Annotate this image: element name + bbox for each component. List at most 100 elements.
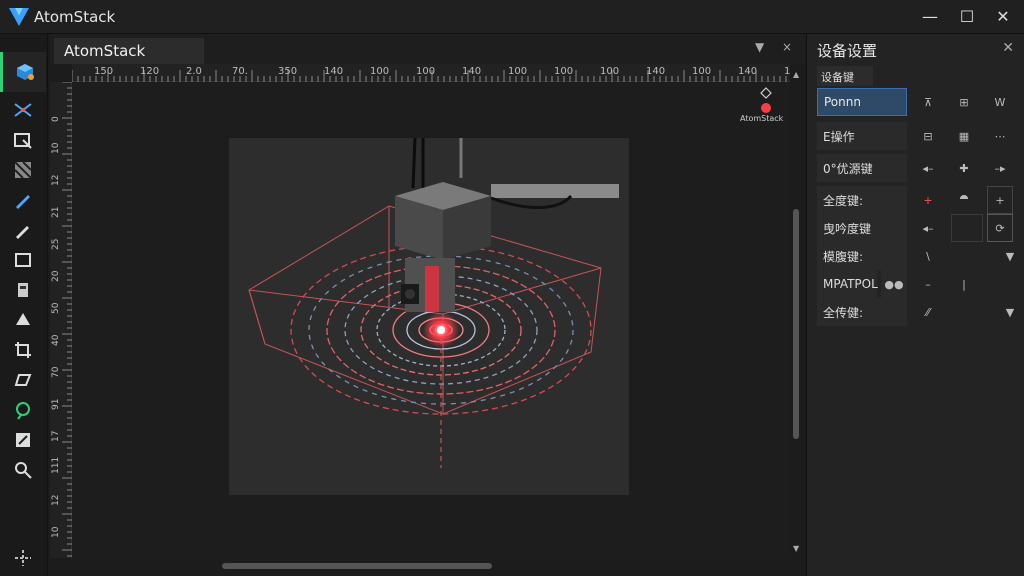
ruler-tick-label: 140 (646, 66, 665, 77)
settings-row-label[interactable]: Ponnn (817, 88, 907, 116)
ruler-tick-label: 100 (692, 66, 711, 77)
settings-row: E操作 ⊟ ▦ ⋯ (817, 122, 1023, 150)
settings-row-label[interactable]: MPATPOL (817, 270, 878, 298)
row-button[interactable]: + (987, 186, 1013, 214)
move-icon[interactable] (10, 546, 36, 570)
pattern-icon[interactable] (10, 158, 36, 182)
settings-row: 模腹键: \ ▼ (817, 242, 1023, 270)
zoom-icon[interactable] (10, 458, 36, 482)
close-button[interactable]: ✕ (991, 6, 1015, 28)
settings-row-label[interactable]: 全传健: (817, 298, 907, 326)
row-button[interactable]: ◂– (915, 214, 941, 242)
row-button[interactable]: ⁄⁄ (915, 298, 941, 326)
ruler-tick-label: 100 (370, 66, 389, 77)
dropdown-arrow[interactable]: ▼ (997, 298, 1023, 326)
row-button[interactable] (951, 298, 977, 326)
settings-row: Ponnn ⊼ ⊞ W (817, 88, 1023, 116)
row-button[interactable]: ⊞ (951, 88, 977, 116)
maximize-button[interactable]: ☐ (955, 6, 979, 28)
dropdown-arrow[interactable]: ▼ (997, 242, 1023, 270)
ruler-tick-label: 21 (51, 207, 61, 218)
row-button[interactable]: ✚ (951, 154, 977, 182)
ruler-tick-label: 150 (94, 66, 113, 77)
row-button[interactable]: ⊟ (915, 122, 941, 150)
tab-close-button[interactable]: × (782, 40, 792, 54)
tab-atomstack[interactable]: AtomStack (54, 38, 204, 64)
settings-row: MPATPOL ●● – | (817, 270, 1023, 298)
row-button[interactable]: ⊼ (915, 88, 941, 116)
ruler-tick-label: 140 (324, 66, 343, 77)
settings-row-label[interactable]: 全度键: (817, 186, 907, 214)
row-button[interactable] (951, 214, 983, 242)
ruler-tick-label: 0 (51, 116, 61, 122)
ruler-tick-label: 350 (278, 66, 297, 77)
horizontal-scrollbar[interactable] (72, 558, 790, 576)
ruler-tick-label: 12 (51, 175, 61, 186)
row-button[interactable]: W (987, 88, 1013, 116)
marker-label: AtomStack (740, 114, 784, 123)
row-button[interactable]: ⯊ (951, 186, 977, 214)
atomstack-logo-icon (9, 8, 29, 26)
settings-row-label[interactable]: 0°优源键 (817, 154, 907, 182)
object-icon[interactable] (10, 278, 36, 302)
ruler-tick-label: 10 (51, 526, 61, 538)
row-button[interactable]: + (915, 186, 941, 214)
ruler-tick-label: 111 (51, 457, 61, 474)
vertical-scrollbar[interactable]: ▲ ▼ (790, 64, 804, 558)
row-button[interactable]: ●● (881, 270, 907, 298)
settings-row: 曳吟度键 ◂– ⟳ (817, 214, 1023, 242)
row-button[interactable]: \ (915, 242, 941, 270)
ruler-tick-label: 70 (51, 366, 61, 378)
ruler-tick-label: 140 (462, 66, 481, 77)
layers-icon[interactable] (10, 128, 36, 152)
eraser-icon[interactable] (10, 368, 36, 392)
laser-position-marker-icon[interactable] (758, 86, 774, 114)
title-bar: AtomStack — ☐ ✕ (0, 0, 1024, 34)
ruler-tick-label: 140 (738, 66, 757, 77)
fill-icon[interactable] (10, 308, 36, 332)
minimize-button[interactable]: — (918, 6, 942, 28)
horizontal-scroll-thumb[interactable] (222, 563, 492, 569)
node-edit-icon[interactable] (10, 98, 36, 122)
ruler-tick-label: 12 (51, 495, 61, 506)
app-title: AtomStack (34, 8, 116, 26)
ruler-tick-label: 100 (600, 66, 619, 77)
panel-close-button[interactable]: ✕ (1002, 40, 1014, 56)
brush-icon[interactable] (10, 218, 36, 242)
ruler-tick-label: 50 (51, 302, 61, 314)
row-button[interactable]: ◂– (915, 154, 941, 182)
document-tab-bar: AtomStack ▼ × (50, 34, 805, 64)
ruler-tick-label: 10 (51, 142, 61, 154)
panel-title: 设备设置 (817, 42, 878, 60)
ruler-tick-label: 20 (51, 270, 61, 282)
settings-row-label[interactable]: 曳吟度键 (817, 214, 907, 242)
crop-icon[interactable] (10, 338, 36, 362)
row-button[interactable]: – (915, 270, 941, 298)
vertical-scroll-thumb[interactable] (793, 209, 799, 439)
row-button[interactable] (951, 242, 977, 270)
row-button[interactable]: | (951, 270, 977, 298)
row-button[interactable]: –▸ (987, 154, 1013, 182)
rectangle-icon[interactable] (10, 248, 36, 272)
settings-row-label[interactable]: E操作 (817, 122, 907, 150)
ruler-tick-label: 100 (416, 66, 435, 77)
lasso-icon[interactable] (10, 398, 36, 422)
tab-device-keys[interactable]: 设备键 (817, 66, 873, 86)
ruler-tick-label: 91 (51, 399, 61, 410)
settings-row: 全度键: + ⯊ + (817, 186, 1023, 214)
row-button[interactable]: ⟳ (987, 214, 1013, 242)
laser-engraver-image[interactable] (229, 137, 629, 495)
row-button[interactable]: ▦ (951, 122, 977, 150)
design-canvas[interactable]: AtomStack (72, 82, 790, 558)
ruler-tick-label: 120 (140, 66, 159, 77)
tab-menu-button[interactable]: ▼ (755, 40, 764, 54)
pen-icon[interactable] (10, 188, 36, 212)
settings-row: 0°优源键 ◂– ✚ –▸ (817, 154, 1023, 182)
ruler-tick-label: 2.0 (186, 66, 202, 77)
row-button[interactable]: ⋯ (987, 122, 1013, 150)
settings-row-label[interactable]: 模腹键: (817, 242, 907, 270)
edit-icon[interactable] (10, 428, 36, 452)
ruler-tick-label: 70. (232, 66, 248, 77)
3d-cube-icon[interactable] (0, 52, 46, 92)
ruler-tick-label: 100 (554, 66, 573, 77)
